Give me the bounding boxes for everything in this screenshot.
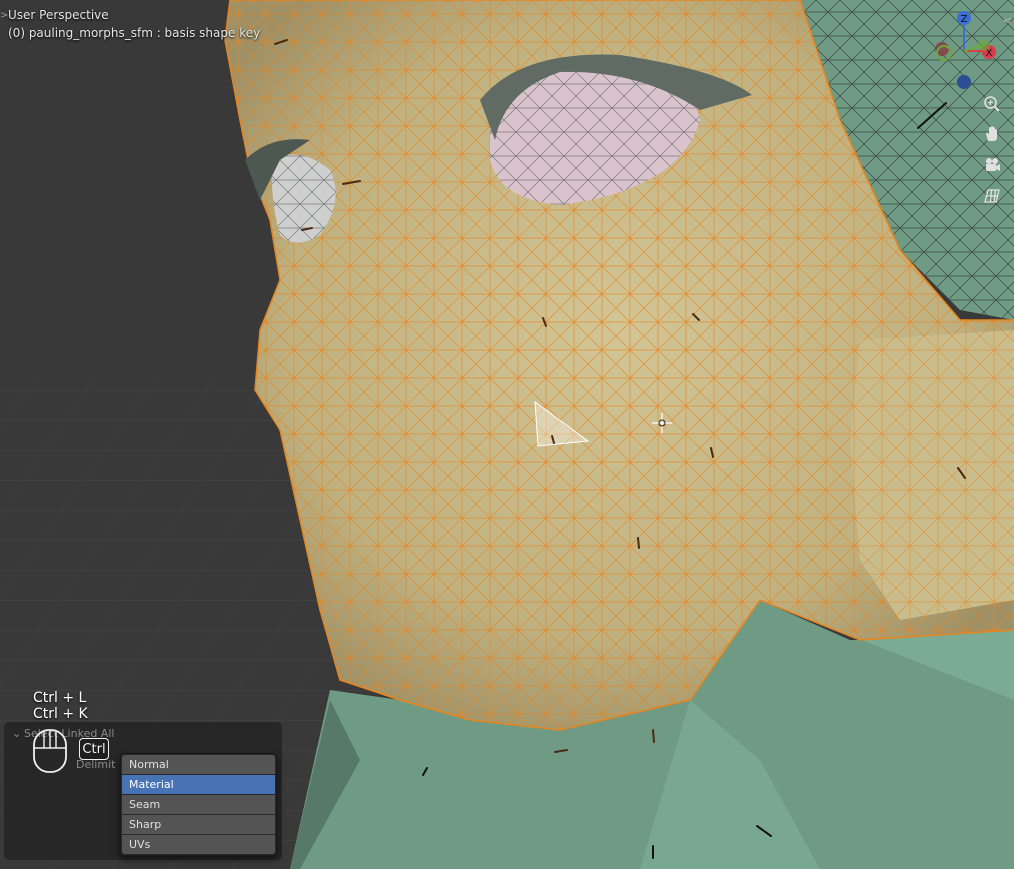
delimit-option-seam[interactable]: Seam [122, 795, 275, 814]
delimit-dropdown[interactable]: Normal Material Seam Sharp UVs [120, 753, 277, 856]
axis-gizmo[interactable]: Z X [922, 8, 1002, 92]
3d-viewport[interactable]: > < User Perspective (0) pauling_morphs_… [0, 0, 1014, 869]
z-axis-label: Z [961, 14, 968, 25]
sidebar-toggle-arrow-icon[interactable]: < [1003, 14, 1012, 27]
hand-pan-icon[interactable] [980, 122, 1004, 146]
zoom-icon[interactable] [980, 92, 1004, 116]
delimit-option-normal[interactable]: Normal [122, 755, 275, 774]
delimit-option-sharp[interactable]: Sharp [122, 815, 275, 834]
delimit-option-uvs[interactable]: UVs [122, 835, 275, 854]
active-object-label: (0) pauling_morphs_sfm : basis shape key [8, 26, 261, 40]
viewport-title: User Perspective [8, 8, 109, 22]
3d-cursor-icon[interactable] [652, 413, 672, 433]
camera-icon[interactable] [980, 153, 1004, 177]
mouse-icon [33, 729, 67, 773]
grid-ortho-icon[interactable] [980, 184, 1004, 208]
shortcut-hint: Ctrl + K [33, 706, 88, 722]
delimit-option-material[interactable]: Material [122, 775, 275, 794]
chevron-down-icon[interactable]: ⌄ [12, 727, 24, 740]
shortcut-hint: Ctrl + L [33, 690, 87, 706]
ctrl-key-hint: Ctrl [79, 738, 109, 760]
